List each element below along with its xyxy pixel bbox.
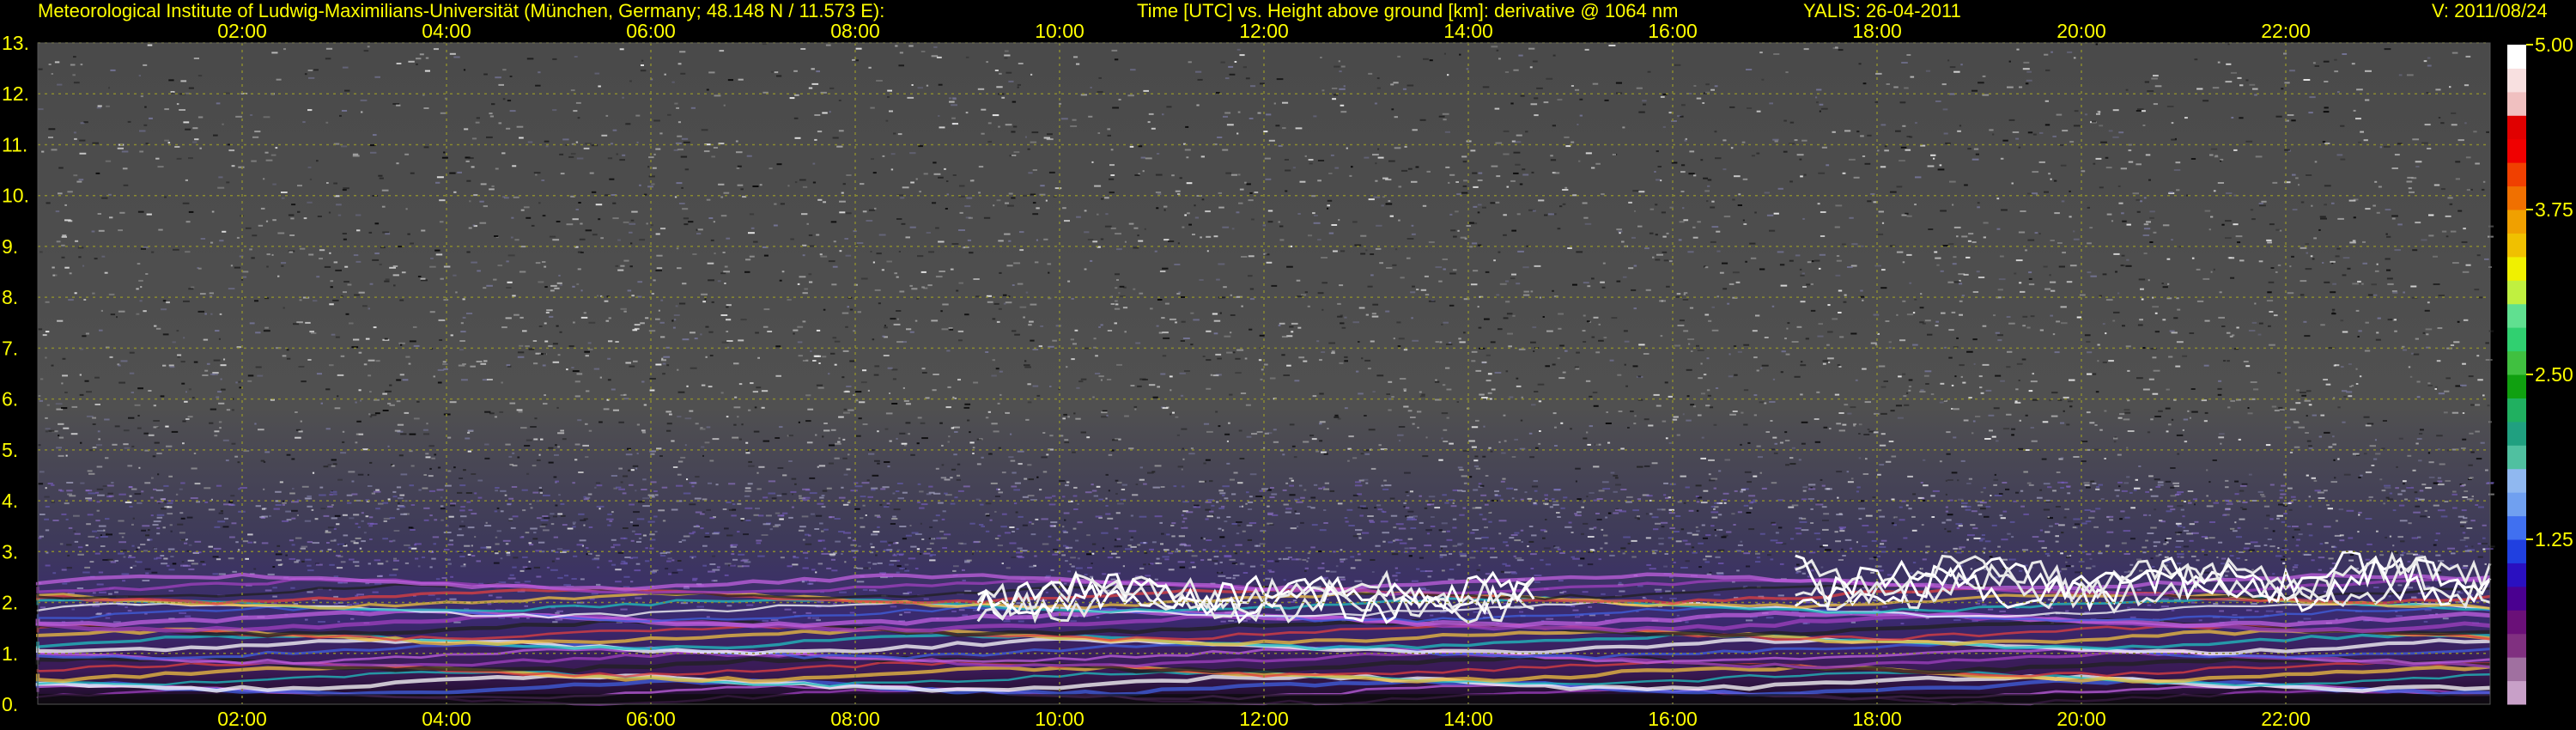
x-tick-label-bottom: 20:00 — [2057, 708, 2106, 730]
colorbar-segment — [2507, 45, 2526, 69]
x-tick-label-top: 22:00 — [2261, 20, 2311, 42]
x-tick-label-top: 16:00 — [1648, 20, 1698, 42]
colorbar-segment — [2507, 680, 2526, 705]
colorbar-segment — [2507, 563, 2526, 587]
x-tick-label-bottom: 12:00 — [1239, 708, 1289, 730]
x-tick-label-bottom: 10:00 — [1035, 708, 1084, 730]
colorbar-segment — [2507, 515, 2526, 540]
colorbar: 1.25 2.50 3.75 5.00 — [2507, 33, 2573, 705]
colorbar-tick-label: 2.50 — [2535, 363, 2573, 386]
y-tick-label: 1. — [2, 642, 18, 665]
y-tick-label: 10. — [2, 185, 29, 207]
x-tick-label-bottom: 22:00 — [2261, 708, 2311, 730]
colorbar-segment — [2507, 374, 2526, 398]
colorbar-segment — [2507, 115, 2526, 140]
y-tick-label: 13. — [2, 32, 29, 54]
colorbar-segment — [2507, 210, 2526, 234]
lidar-heatmap-chart: 02:00 02:00 04:00 04:00 06:00 06:00 08:00 08:00… — [2, 20, 2573, 730]
colorbar-segment — [2507, 280, 2526, 305]
y-tick-label: 5. — [2, 439, 18, 461]
y-tick-label: 12. — [2, 82, 29, 105]
colorbar-segment — [2507, 610, 2526, 635]
colorbar-segment — [2507, 398, 2526, 423]
colorbar-tick-label: 3.75 — [2535, 198, 2573, 221]
colorbar-segment — [2507, 303, 2526, 328]
colorbar-segment — [2507, 256, 2526, 281]
y-tick-label: 8. — [2, 286, 18, 308]
x-tick-label-top: 08:00 — [830, 20, 880, 42]
colorbar-segment — [2507, 586, 2526, 611]
y-tick-label: 4. — [2, 490, 18, 512]
y-tick-label: 0. — [2, 693, 18, 715]
colorbar-segment — [2507, 492, 2526, 517]
colorbar-segment — [2507, 138, 2526, 163]
colorbar-segment — [2507, 539, 2526, 563]
x-tick-label-top: 02:00 — [217, 20, 267, 42]
x-tick-label-bottom: 16:00 — [1648, 708, 1698, 730]
x-tick-label-bottom: 04:00 — [422, 708, 471, 730]
colorbar-segment — [2507, 350, 2526, 375]
x-tick-label-top: 10:00 — [1035, 20, 1084, 42]
colorbar-segment — [2507, 633, 2526, 658]
colorbar-tick-label: 5.00 — [2535, 33, 2573, 56]
colorbar-segment — [2507, 233, 2526, 258]
colorbar-segment — [2507, 68, 2526, 93]
x-tick-label-top: 18:00 — [1852, 20, 1902, 42]
colorbar-segment — [2507, 445, 2526, 470]
colorbar-segment — [2507, 162, 2526, 187]
y-tick-label: 7. — [2, 337, 18, 359]
x-tick-label-bottom: 06:00 — [626, 708, 676, 730]
x-tick-label-top: 04:00 — [422, 20, 471, 42]
x-tick-label-bottom: 08:00 — [830, 708, 880, 730]
x-tick-label-top: 14:00 — [1443, 20, 1493, 42]
colorbar-segment — [2507, 327, 2526, 352]
x-tick-label-top: 06:00 — [626, 20, 676, 42]
y-tick-label: 9. — [2, 235, 18, 258]
y-tick-label: 6. — [2, 388, 18, 411]
colorbar-segment — [2507, 468, 2526, 493]
colorbar-segment — [2507, 421, 2526, 446]
colorbar-segment — [2507, 91, 2526, 116]
x-tick-label-bottom: 14:00 — [1443, 708, 1493, 730]
colorbar-segment — [2507, 186, 2526, 210]
x-tick-label-top: 12:00 — [1239, 20, 1289, 42]
x-tick-label-top: 20:00 — [2057, 20, 2106, 42]
x-tick-label-bottom: 18:00 — [1852, 708, 1902, 730]
y-tick-label: 11. — [2, 133, 27, 155]
x-tick-label-bottom: 02:00 — [217, 708, 267, 730]
colorbar-tick-label: 1.25 — [2535, 528, 2573, 551]
y-tick-label: 3. — [2, 540, 18, 563]
colorbar-segment — [2507, 657, 2526, 682]
y-tick-label: 2. — [2, 592, 18, 614]
